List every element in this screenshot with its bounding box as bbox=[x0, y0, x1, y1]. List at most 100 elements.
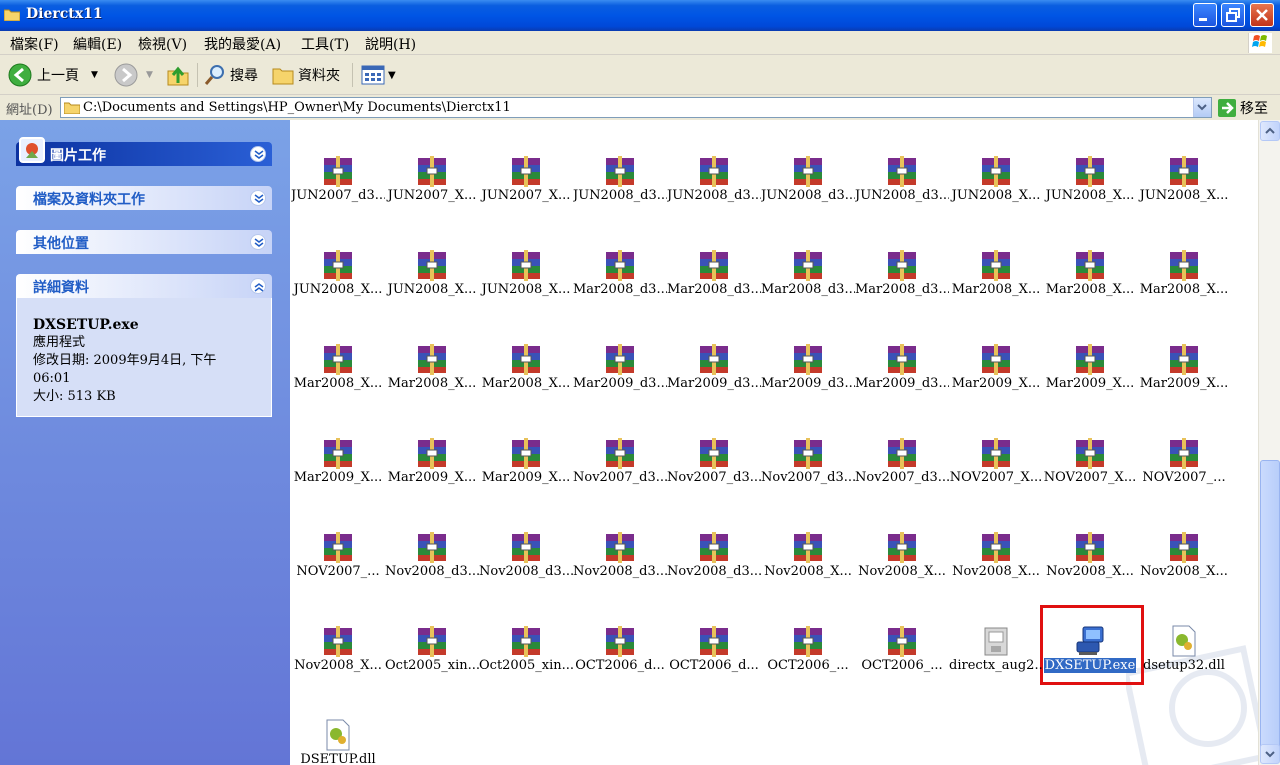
file-item[interactable]: JUN2008_d3... bbox=[667, 126, 761, 206]
file-item[interactable]: Mar2009_d3... bbox=[573, 314, 667, 394]
file-item[interactable]: JUN2008_X... bbox=[291, 220, 385, 300]
chevron-down-icon[interactable] bbox=[250, 146, 266, 162]
file-item[interactable]: Nov2007_d3... bbox=[761, 408, 855, 488]
file-list-view[interactable]: JUN2007_d3... JUN2007_X... JUN2007_X... JUN… bbox=[290, 120, 1258, 765]
other-places-header[interactable]: 其他位置 bbox=[16, 230, 272, 254]
file-folder-tasks-header[interactable]: 檔案及資料夾工作 bbox=[16, 186, 272, 210]
file-item[interactable]: dsetup32.dll bbox=[1137, 596, 1231, 676]
file-item[interactable]: Mar2008_X... bbox=[291, 314, 385, 394]
file-item[interactable]: Nov2008_X... bbox=[855, 502, 949, 582]
file-item[interactable]: JUN2008_d3... bbox=[573, 126, 667, 206]
file-item[interactable]: Mar2009_d3... bbox=[761, 314, 855, 394]
chevron-down-icon[interactable] bbox=[250, 234, 266, 250]
picture-tasks-header[interactable]: 圖片工作 bbox=[16, 137, 272, 166]
file-item[interactable]: Nov2008_d3... bbox=[667, 502, 761, 582]
file-item[interactable]: Nov2008_d3... bbox=[573, 502, 667, 582]
search-button[interactable]: 搜尋 bbox=[203, 63, 258, 87]
file-item[interactable]: Nov2008_d3... bbox=[479, 502, 573, 582]
file-item[interactable]: NOV2007_... bbox=[1137, 408, 1231, 488]
file-item[interactable]: Mar2008_X... bbox=[1043, 220, 1137, 300]
vertical-scrollbar[interactable] bbox=[1258, 120, 1280, 765]
file-item[interactable]: Mar2009_X... bbox=[949, 314, 1043, 394]
file-item[interactable]: Mar2009_d3... bbox=[855, 314, 949, 394]
file-item[interactable]: Mar2008_X... bbox=[949, 220, 1043, 300]
file-item[interactable]: Nov2008_X... bbox=[291, 596, 385, 676]
file-item[interactable]: Mar2008_d3... bbox=[667, 220, 761, 300]
file-item[interactable]: JUN2008_X... bbox=[479, 220, 573, 300]
file-name: JUN2008_X... bbox=[291, 282, 385, 297]
file-item[interactable]: NOV2007_X... bbox=[949, 408, 1043, 488]
file-item[interactable]: OCT2006_d... bbox=[667, 596, 761, 676]
file-item[interactable]: Oct2005_xin... bbox=[385, 596, 479, 676]
file-item[interactable]: JUN2008_X... bbox=[1043, 126, 1137, 206]
file-item[interactable]: JUN2008_d3... bbox=[761, 126, 855, 206]
file-item[interactable]: DSETUP.dll bbox=[291, 690, 385, 765]
menu-file[interactable]: 檔案(F) bbox=[10, 34, 59, 54]
details-header[interactable]: 詳細資料 bbox=[16, 274, 272, 298]
file-item[interactable]: NOV2007_... bbox=[291, 502, 385, 582]
file-item[interactable]: JUN2008_d3... bbox=[855, 126, 949, 206]
file-item[interactable]: JUN2007_X... bbox=[479, 126, 573, 206]
file-item[interactable]: Nov2007_d3... bbox=[667, 408, 761, 488]
file-item[interactable]: Mar2008_X... bbox=[385, 314, 479, 394]
file-item[interactable]: Mar2008_X... bbox=[479, 314, 573, 394]
chevron-up-icon[interactable] bbox=[250, 278, 266, 294]
file-item[interactable]: Nov2008_X... bbox=[1137, 502, 1231, 582]
chevron-down-icon[interactable]: ▼ bbox=[388, 70, 396, 81]
menu-view[interactable]: 檢視(V) bbox=[138, 34, 187, 54]
file-item[interactable]: OCT2006_... bbox=[761, 596, 855, 676]
menu-help[interactable]: 說明(H) bbox=[365, 34, 416, 54]
file-item[interactable]: JUN2007_X... bbox=[385, 126, 479, 206]
file-item[interactable]: OCT2006_... bbox=[855, 596, 949, 676]
menu-edit[interactable]: 編輯(E) bbox=[73, 34, 122, 54]
menu-favorites[interactable]: 我的最愛(A) bbox=[204, 34, 281, 54]
file-item[interactable]: Mar2008_X... bbox=[1137, 220, 1231, 300]
file-item[interactable]: Mar2008_d3... bbox=[573, 220, 667, 300]
file-item[interactable]: Mar2009_X... bbox=[291, 408, 385, 488]
file-item[interactable]: Nov2007_d3... bbox=[855, 408, 949, 488]
file-item[interactable]: JUN2008_X... bbox=[949, 126, 1043, 206]
file-name: Mar2009_d3... bbox=[855, 376, 949, 391]
views-button[interactable]: ▼ bbox=[361, 63, 396, 87]
file-item[interactable]: JUN2008_X... bbox=[1137, 126, 1231, 206]
file-item[interactable]: Mar2009_X... bbox=[1137, 314, 1231, 394]
file-item[interactable]: Nov2008_X... bbox=[761, 502, 855, 582]
up-folder-button[interactable] bbox=[166, 63, 190, 87]
file-item[interactable]: OCT2006_d... bbox=[573, 596, 667, 676]
scroll-thumb[interactable] bbox=[1260, 460, 1280, 750]
file-item[interactable]: Oct2005_xin... bbox=[479, 596, 573, 676]
file-item[interactable]: directx_aug2... bbox=[949, 596, 1043, 676]
file-item[interactable]: Nov2008_d3... bbox=[385, 502, 479, 582]
folders-button[interactable]: 資料夾 bbox=[271, 63, 340, 87]
maximize-button[interactable] bbox=[1221, 3, 1245, 27]
scroll-down-button[interactable] bbox=[1260, 744, 1280, 764]
back-button[interactable]: 上一頁 ▼ bbox=[8, 63, 98, 87]
file-item[interactable]: NOV2007_X... bbox=[1043, 408, 1137, 488]
file-item[interactable]: JUN2008_X... bbox=[385, 220, 479, 300]
menu-tools[interactable]: 工具(T) bbox=[301, 34, 349, 54]
file-name-text: JUN2007_X... bbox=[481, 188, 571, 203]
detail-type: 應用程式 bbox=[33, 335, 86, 350]
file-item[interactable]: Mar2009_X... bbox=[385, 408, 479, 488]
file-item[interactable]: DXSETUP.exe bbox=[1043, 596, 1137, 676]
close-button[interactable] bbox=[1250, 3, 1274, 27]
address-dropdown-button[interactable] bbox=[1193, 98, 1211, 117]
go-button[interactable]: 移至 bbox=[1218, 98, 1268, 118]
minimize-button[interactable] bbox=[1193, 3, 1217, 27]
file-item[interactable]: Mar2009_X... bbox=[479, 408, 573, 488]
file-item[interactable]: Nov2008_X... bbox=[1043, 502, 1137, 582]
file-item[interactable]: Mar2009_X... bbox=[1043, 314, 1137, 394]
file-item[interactable]: Mar2009_d3... bbox=[667, 314, 761, 394]
forward-button[interactable]: ▼ bbox=[114, 63, 153, 87]
chevron-down-icon[interactable]: ▼ bbox=[146, 70, 153, 80]
chevron-down-icon[interactable] bbox=[250, 190, 266, 206]
scroll-up-button[interactable] bbox=[1260, 121, 1280, 141]
go-arrow-icon bbox=[1218, 99, 1236, 117]
chevron-down-icon[interactable]: ▼ bbox=[91, 70, 98, 80]
address-input[interactable]: C:\Documents and Settings\HP_Owner\My Do… bbox=[60, 97, 1212, 118]
file-item[interactable]: Mar2008_d3... bbox=[855, 220, 949, 300]
file-item[interactable]: Mar2008_d3... bbox=[761, 220, 855, 300]
file-item[interactable]: Nov2008_X... bbox=[949, 502, 1043, 582]
file-item[interactable]: JUN2007_d3... bbox=[291, 126, 385, 206]
file-item[interactable]: Nov2007_d3... bbox=[573, 408, 667, 488]
